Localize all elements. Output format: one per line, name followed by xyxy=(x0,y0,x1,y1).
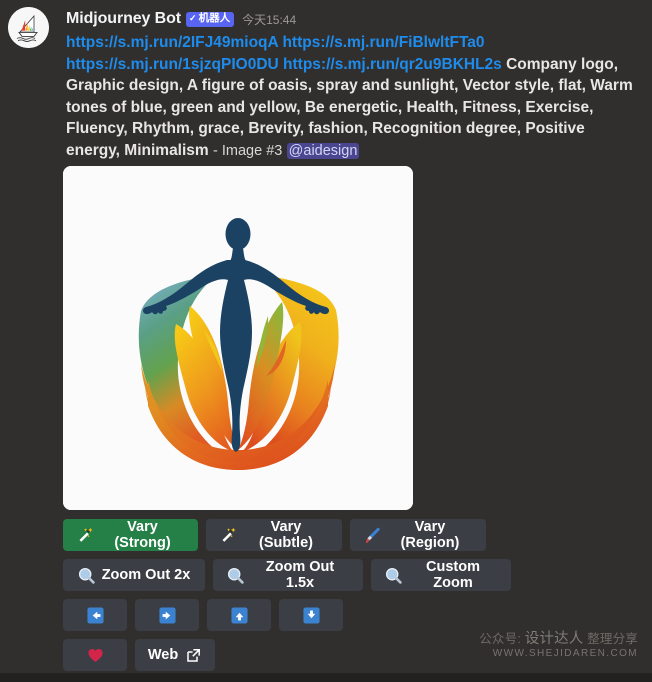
attached-image[interactable] xyxy=(63,166,413,510)
web-button[interactable]: Web xyxy=(135,639,215,671)
heart-icon xyxy=(87,647,104,664)
magnifier-icon xyxy=(78,567,95,584)
avatar[interactable] xyxy=(8,7,49,48)
chat-message: Midjourney Bot ✓ 机器人 今天15:44 https://s.m… xyxy=(0,0,652,162)
zoom-out-2x-label: Zoom Out 2x xyxy=(101,567,191,583)
arrow-up-icon xyxy=(230,606,248,624)
message-timestamp: 今天15:44 xyxy=(242,12,297,27)
vary-strong-label: Vary (Strong) xyxy=(114,519,171,551)
pan-down-button[interactable] xyxy=(279,599,343,631)
vary-region-label: Vary (Region) xyxy=(400,519,460,551)
bottom-divider xyxy=(0,673,652,682)
author-name[interactable]: Midjourney Bot xyxy=(66,10,181,28)
favorite-button[interactable] xyxy=(63,639,127,671)
prompt-link-4[interactable]: https://s.mj.run/qr2u9BKHL2s xyxy=(283,56,502,73)
fitness-oasis-logo xyxy=(63,166,413,510)
watermark-brand: 设计达人 xyxy=(524,631,584,647)
sailboat-rainbow-avatar-icon xyxy=(8,7,49,48)
external-link-icon xyxy=(185,647,202,664)
watermark-line-2: WWW.SHEJIDAREN.COM xyxy=(492,648,638,659)
verified-check-icon: ✓ xyxy=(189,13,197,23)
button-row-zoom: Zoom Out 2x Zoom Out 1.5x Custom Zoom xyxy=(63,559,623,591)
vary-subtle-label: Vary (Subtle) xyxy=(259,519,313,551)
watermark-prefix: 公众号: xyxy=(479,632,521,646)
magic-wand-icon xyxy=(220,527,237,544)
vary-subtle-button[interactable]: Vary (Subtle) xyxy=(206,519,342,551)
mention-aidesign[interactable]: @aidesign xyxy=(286,142,360,159)
prompt-link-3[interactable]: https://s.mj.run/1sjzqPIO0DU xyxy=(66,56,279,73)
watermark-line-1: 公众号: 设计达人 整理分享 xyxy=(479,632,638,647)
watermark-suffix: 整理分享 xyxy=(587,632,638,646)
pan-right-button[interactable] xyxy=(135,599,199,631)
button-row-vary: Vary (Strong) Vary (Subtle) Vary (Region… xyxy=(63,519,623,551)
message-content: https://s.mj.run/2IFJ49mioqA https://s.m… xyxy=(66,32,640,162)
vary-strong-button[interactable]: Vary (Strong) xyxy=(63,519,198,551)
message-body: Midjourney Bot ✓ 机器人 今天15:44 https://s.m… xyxy=(66,8,640,162)
zoom-out-1-5x-label: Zoom Out 1.5x xyxy=(265,559,335,591)
custom-zoom-label: Custom Zoom xyxy=(426,559,480,591)
prompt-link-2[interactable]: https://s.mj.run/FiBlwltFTa0 xyxy=(282,34,484,51)
prompt-link-1[interactable]: https://s.mj.run/2IFJ49mioqA xyxy=(66,34,278,51)
message-header: Midjourney Bot ✓ 机器人 今天15:44 xyxy=(66,8,640,30)
magnifier-icon xyxy=(227,567,244,584)
vary-region-button[interactable]: Vary (Region) xyxy=(350,519,486,551)
pan-up-button[interactable] xyxy=(207,599,271,631)
watermark: 公众号: 设计达人 整理分享 WWW.SHEJIDAREN.COM xyxy=(479,632,638,660)
arrow-left-icon xyxy=(86,606,104,624)
image-index-label: - Image #3 xyxy=(213,142,283,159)
button-row-pan xyxy=(63,599,623,631)
magnifier-icon xyxy=(385,567,402,584)
bot-badge-label: 机器人 xyxy=(198,12,231,25)
discord-message-screen: Midjourney Bot ✓ 机器人 今天15:44 https://s.m… xyxy=(0,0,652,682)
zoom-out-2x-button[interactable]: Zoom Out 2x xyxy=(63,559,205,591)
bot-badge: ✓ 机器人 xyxy=(186,11,235,27)
web-label: Web xyxy=(147,647,179,663)
arrow-right-icon xyxy=(158,606,176,624)
custom-zoom-button[interactable]: Custom Zoom xyxy=(371,559,511,591)
magic-wand-icon xyxy=(77,527,94,544)
pan-left-button[interactable] xyxy=(63,599,127,631)
arrow-down-icon xyxy=(302,606,320,624)
zoom-out-1-5x-button[interactable]: Zoom Out 1.5x xyxy=(213,559,363,591)
paintbrush-icon xyxy=(364,527,381,544)
